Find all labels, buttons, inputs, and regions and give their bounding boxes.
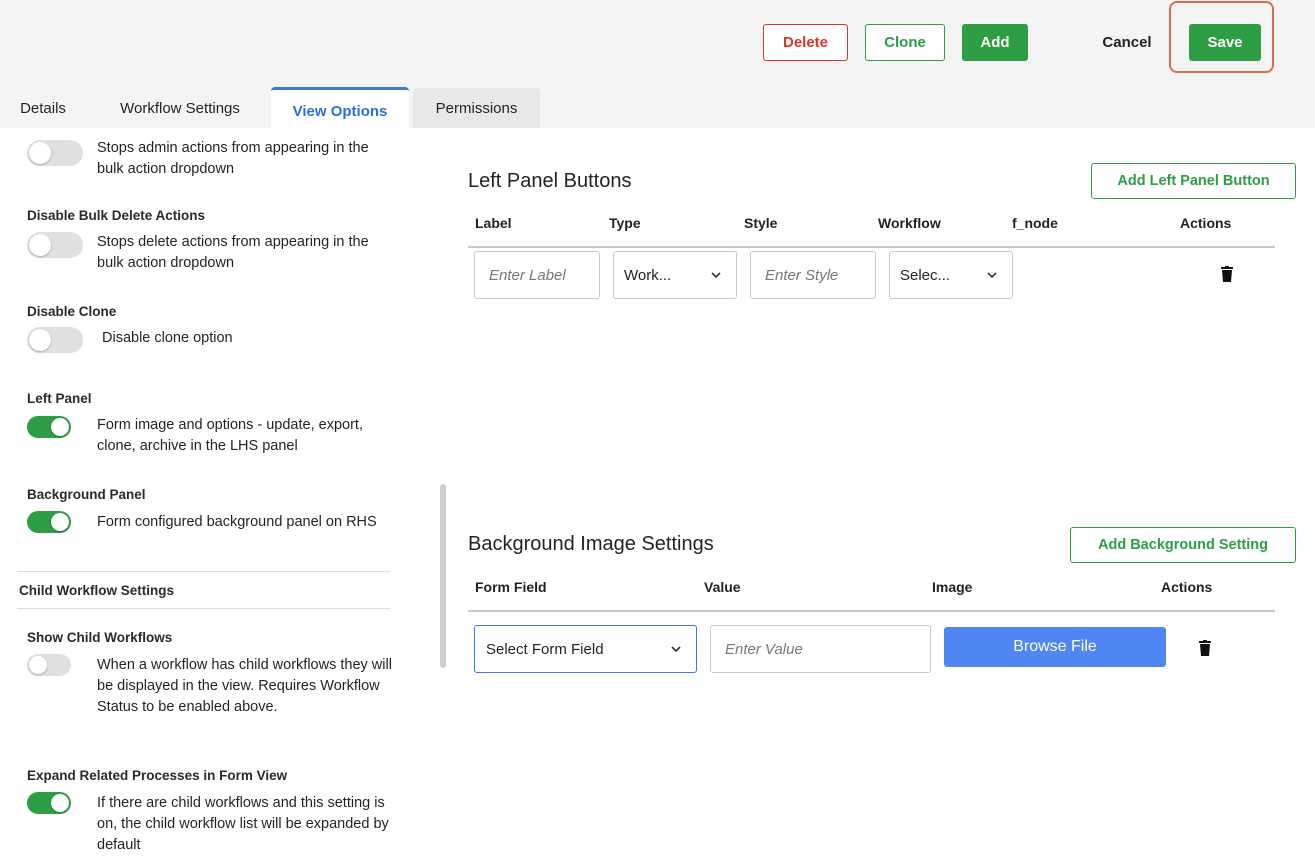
chevron-down-icon [711, 272, 721, 279]
add-button[interactable]: Add [962, 24, 1028, 61]
toggle-knob [51, 794, 69, 812]
save-button[interactable]: Save [1189, 24, 1261, 61]
add-background-setting-button[interactable]: Add Background Setting [1070, 527, 1296, 563]
chevron-down-icon [987, 272, 997, 279]
form-field-select-value: Select Form Field [486, 640, 604, 658]
left-panel-title: Left Panel [27, 391, 92, 406]
toggle-knob [51, 418, 69, 436]
column-header-type: Type [609, 215, 641, 231]
value-input[interactable]: Enter Value [710, 625, 931, 673]
expand-related-toggle[interactable] [27, 792, 71, 814]
divider [17, 608, 390, 609]
column-header-actions: Actions [1180, 215, 1232, 231]
column-header-image: Image [932, 579, 973, 595]
child-workflow-section-title: Child Workflow Settings [19, 583, 174, 598]
divider [17, 571, 390, 572]
workflow-select[interactable]: Selec... [889, 251, 1013, 299]
disable-clone-title: Disable Clone [27, 304, 117, 319]
background-panel-toggle[interactable] [27, 511, 71, 533]
tab-workflow-settings[interactable]: Workflow Settings [92, 88, 268, 128]
bulk-admin-toggle[interactable] [27, 140, 83, 166]
bulk-delete-title: Disable Bulk Delete Actions [27, 208, 206, 223]
table-header-divider [468, 610, 1275, 612]
bulk-admin-description: Stops admin actions from appearing in th… [97, 140, 369, 177]
trash-icon[interactable] [1221, 266, 1233, 282]
chevron-down-icon [671, 646, 681, 653]
browse-file-button[interactable]: Browse File [944, 627, 1166, 667]
disable-clone-description: Disable clone option [102, 330, 233, 346]
column-header-f-node: f_node [1012, 215, 1058, 231]
tab-details[interactable]: Details [4, 88, 82, 128]
type-select[interactable]: Work... [613, 251, 737, 299]
show-child-workflows-title: Show Child Workflows [27, 630, 173, 645]
bulk-delete-description: Stops delete actions from appearing in t… [97, 234, 369, 271]
show-child-workflows-toggle[interactable] [27, 654, 71, 676]
left-panel-buttons-title: Left Panel Buttons [468, 170, 632, 192]
label-input[interactable]: Enter Label [474, 251, 600, 299]
background-panel-description: Form configured background panel on RHS [97, 514, 377, 530]
trash-icon[interactable] [1199, 640, 1211, 656]
expand-related-description: If there are child workflows and this se… [97, 795, 389, 853]
bulk-delete-toggle[interactable] [27, 232, 83, 258]
background-image-settings-title: Background Image Settings [468, 533, 714, 555]
cancel-button[interactable]: Cancel [1086, 24, 1168, 61]
table-header-divider [468, 246, 1275, 248]
background-panel-title: Background Panel [27, 487, 146, 502]
left-panel-description: Form image and options - update, export,… [97, 417, 363, 454]
toggle-knob [29, 329, 51, 351]
scrollbar[interactable] [440, 484, 446, 668]
type-select-value: Work... [624, 266, 672, 284]
column-header-workflow: Workflow [878, 215, 941, 231]
style-input[interactable]: Enter Style [750, 251, 876, 299]
toggle-knob [51, 513, 69, 531]
delete-button[interactable]: Delete [763, 24, 848, 61]
column-header-label: Label [475, 215, 512, 231]
left-panel-toggle[interactable] [27, 416, 71, 438]
toggle-knob [29, 234, 51, 256]
toggle-knob [29, 142, 51, 164]
workflow-select-value: Selec... [900, 266, 951, 284]
expand-related-title: Expand Related Processes in Form View [27, 768, 288, 783]
tab-view-options[interactable]: View Options [271, 87, 409, 129]
column-header-form-field: Form Field [475, 579, 547, 595]
add-left-panel-button[interactable]: Add Left Panel Button [1091, 163, 1296, 199]
column-header-value: Value [704, 579, 741, 595]
column-header-actions: Actions [1161, 579, 1213, 595]
show-child-workflows-description: When a workflow has child workflows they… [97, 657, 392, 715]
clone-button[interactable]: Clone [865, 24, 945, 61]
disable-clone-toggle[interactable] [27, 327, 83, 353]
settings-panel: Stops admin actions from appearing in th… [0, 128, 430, 866]
form-field-select[interactable]: Select Form Field [474, 625, 697, 673]
column-header-style: Style [744, 215, 778, 231]
toggle-knob [29, 656, 47, 674]
tab-permissions[interactable]: Permissions [413, 88, 540, 128]
